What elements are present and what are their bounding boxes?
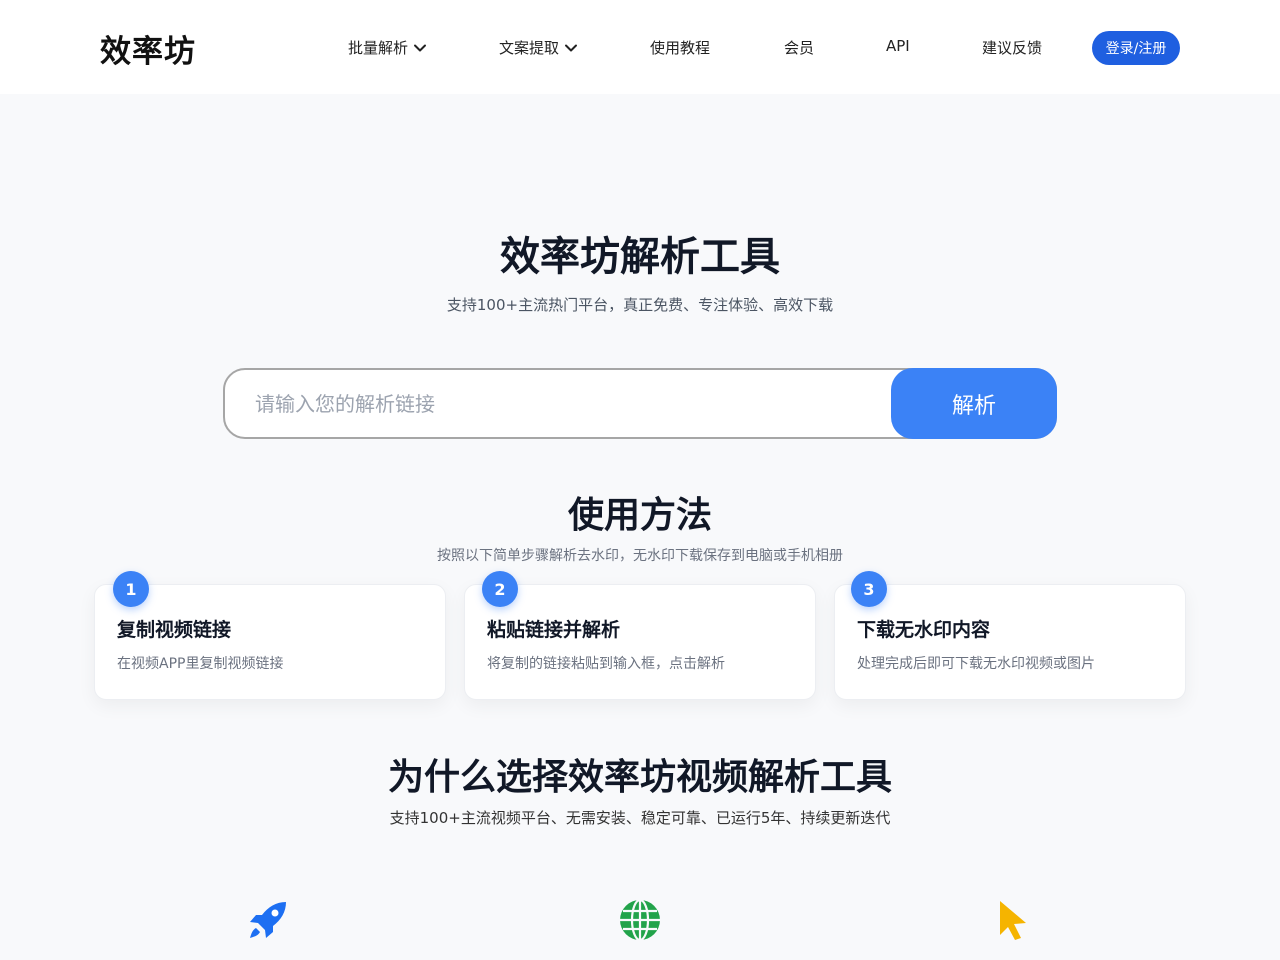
why-subtitle: 支持100+主流视频平台、无需安装、稳定可靠、已运行5年、持续更新迭代 [389, 809, 891, 827]
nav-membership[interactable]: 会员 [784, 37, 814, 58]
hero-subtitle: 支持100+主流热门平台，真正免费、专注体验、高效下载 [446, 296, 834, 314]
step-card: 下载无水印内容 处理完成后即可下载无水印视频或图片 [834, 584, 1186, 700]
nav-label: API [886, 37, 910, 55]
nav-feedback[interactable]: 建议反馈 [982, 37, 1042, 58]
chevron-down-icon [565, 44, 578, 51]
step-title: 复制视频链接 [117, 619, 232, 641]
step-number-badge: 3 [851, 571, 887, 607]
why-title: 为什么选择效率坊视频解析工具 [387, 757, 892, 798]
rocket-icon [250, 902, 286, 938]
nav-label: 批量解析 [348, 39, 409, 57]
usage-title: 使用方法 [567, 495, 712, 536]
pointer-icon [1000, 901, 1026, 940]
step-number-badge: 2 [482, 571, 518, 607]
nav-batch-parse[interactable]: 批量解析 [348, 37, 427, 58]
parse-button[interactable]: 解析 [891, 368, 1057, 439]
step-title: 粘贴链接并解析 [487, 619, 621, 641]
step-description: 处理完成后即可下载无水印视频或图片 [857, 656, 1095, 672]
site-logo[interactable]: 效率坊 [100, 26, 196, 71]
step-description: 将复制的链接粘贴到输入框，点击解析 [487, 656, 725, 672]
step-number-badge: 1 [113, 571, 149, 607]
hero-title: 效率坊解析工具 [500, 234, 780, 280]
nav-label: 使用教程 [650, 39, 711, 57]
login-register-button[interactable]: 登录/注册 [1092, 31, 1180, 65]
link-input[interactable] [255, 370, 875, 437]
usage-subtitle: 按照以下简单步骤解析去水印，无水印下载保存到电脑或手机相册 [437, 548, 843, 564]
nav-api[interactable]: API [886, 37, 910, 55]
top-header: 效率坊 批量解析 文案提取 使用教程 会员 API 建议反馈 登录/注册 [0, 0, 1280, 94]
step-description: 在视频APP里复制视频链接 [117, 656, 284, 672]
nav-label: 文案提取 [499, 39, 560, 57]
nav-label: 建议反馈 [982, 39, 1043, 57]
step-card: 粘贴链接并解析 将复制的链接粘贴到输入框，点击解析 [464, 584, 816, 700]
step-title: 下载无水印内容 [857, 619, 991, 641]
step-card: 复制视频链接 在视频APP里复制视频链接 [94, 584, 446, 700]
nav-text-extract[interactable]: 文案提取 [499, 37, 578, 58]
nav-tutorial[interactable]: 使用教程 [650, 37, 710, 58]
globe-icon [620, 898, 660, 942]
nav-label: 会员 [784, 39, 815, 57]
chevron-down-icon [414, 44, 427, 51]
